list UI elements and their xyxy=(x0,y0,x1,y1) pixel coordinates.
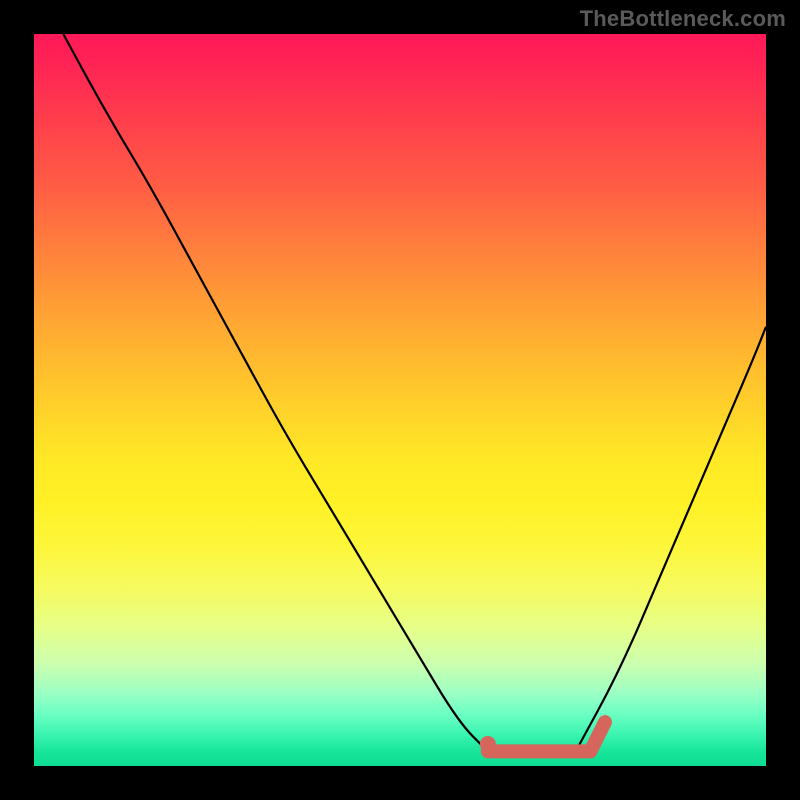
watermark-text: TheBottleneck.com xyxy=(580,6,786,32)
plot-area xyxy=(34,34,766,766)
left-curve-path xyxy=(63,34,488,751)
optimum-marker-dot xyxy=(480,736,496,752)
optimum-highlight-right xyxy=(590,722,605,751)
chart-container: TheBottleneck.com xyxy=(0,0,800,800)
right-curve-path xyxy=(576,327,766,752)
bottleneck-curve xyxy=(34,34,766,766)
